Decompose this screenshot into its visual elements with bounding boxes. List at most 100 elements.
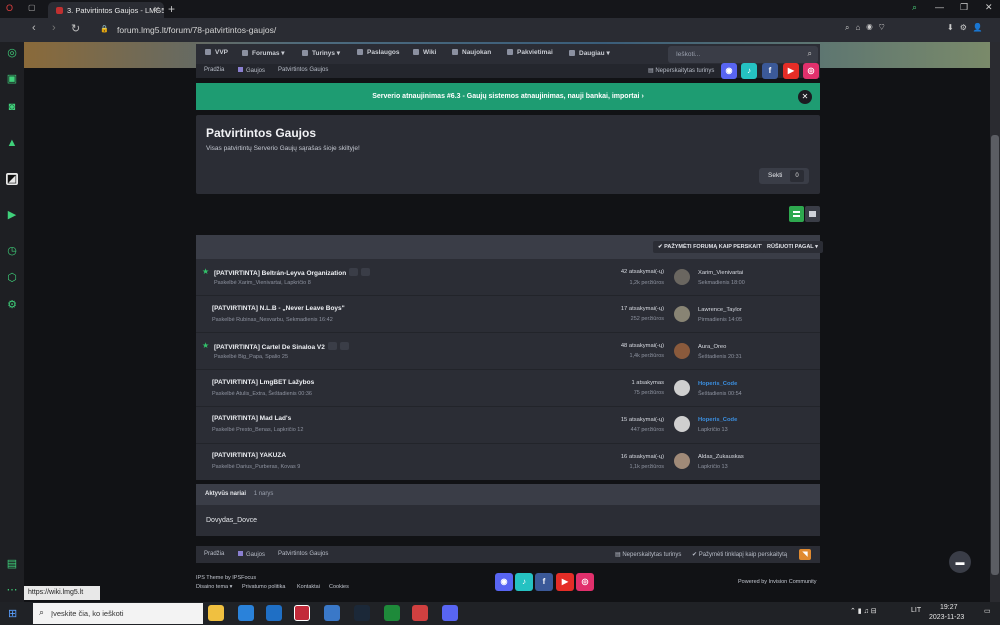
avatar[interactable] bbox=[674, 453, 690, 469]
table-row[interactable] bbox=[196, 370, 820, 407]
footer-instagram-icon[interactable]: ◎ bbox=[576, 573, 594, 591]
chat-icon[interactable]: ▬ bbox=[949, 551, 971, 573]
footer-discord-icon[interactable]: ◉ bbox=[495, 573, 513, 591]
breadcrumb-gaujos[interactable]: Gaujos bbox=[238, 551, 265, 558]
nav-item-turinys[interactable]: Turinys ▾ bbox=[302, 49, 340, 57]
topic-title[interactable]: [PATVIRTINTA] LmgBET Lažybos bbox=[212, 379, 314, 386]
page-1-button[interactable] bbox=[349, 268, 359, 276]
table-row[interactable] bbox=[196, 444, 820, 481]
avatar[interactable] bbox=[674, 306, 690, 322]
more-icon[interactable]: ⋯ bbox=[6, 584, 18, 596]
nav-item-daugiau[interactable]: Daugiau ▾ bbox=[569, 49, 610, 57]
opera-gx-taskbar-icon[interactable] bbox=[294, 605, 310, 621]
file-explorer-icon[interactable] bbox=[208, 605, 224, 621]
footer-facebook-icon[interactable]: f bbox=[535, 573, 553, 591]
table-row[interactable] bbox=[196, 407, 820, 444]
clock-date[interactable]: 2023-11-23 bbox=[929, 614, 964, 621]
topic-title[interactable]: [PATVIRTINTA] N.L.B - „Never Leave Boys" bbox=[212, 305, 345, 312]
topic-title[interactable]: [PATVIRTINTA] Mad Lad's bbox=[212, 415, 291, 422]
nav-item-naujokan[interactable]: Naujokan bbox=[452, 49, 491, 56]
instagram-icon[interactable]: ◎ bbox=[803, 63, 819, 79]
last-poster[interactable]: Hoperis_Code bbox=[698, 381, 737, 387]
vmware-icon[interactable] bbox=[324, 605, 340, 621]
discord-taskbar-icon[interactable] bbox=[442, 605, 458, 621]
camera-icon[interactable]: ◙ bbox=[6, 101, 18, 113]
recorder-icon[interactable] bbox=[412, 605, 428, 621]
windows-start-icon[interactable]: ⊞ bbox=[8, 607, 17, 620]
mail-icon[interactable] bbox=[266, 605, 282, 621]
page-2-button[interactable] bbox=[361, 268, 371, 276]
taskbar-search-input[interactable]: ⌕ Įveskite čia, ko ieškoti bbox=[33, 603, 203, 624]
page-1-button[interactable] bbox=[327, 342, 337, 350]
view-list-button[interactable] bbox=[805, 206, 820, 222]
box-icon[interactable]: ⬡ bbox=[6, 272, 18, 284]
breadcrumb-home[interactable]: Pradžia bbox=[204, 551, 224, 557]
avatar[interactable] bbox=[674, 416, 690, 432]
bag-icon[interactable]: ▣ bbox=[6, 73, 18, 85]
vpn-search-icon[interactable]: ⌕ bbox=[912, 2, 917, 13]
steam-icon[interactable] bbox=[354, 605, 370, 621]
rss-icon[interactable]: ◥ bbox=[799, 549, 811, 560]
nav-item-vvp[interactable]: VVP bbox=[205, 49, 228, 56]
address-bar-tools-icon[interactable]: ⌕⌂◉♡ bbox=[845, 23, 891, 33]
footer-powered-by[interactable]: Powered by Invision Community bbox=[738, 579, 817, 585]
footer-theme-credit[interactable]: IPS Theme by IPSFocus bbox=[196, 575, 256, 581]
scrollbar-thumb[interactable] bbox=[991, 135, 999, 575]
unread-content-link[interactable]: ▤ Neperskaitytas turinys bbox=[615, 551, 681, 558]
mark-site-read-link[interactable]: ✔ Pažymėti tinklapį kaip perskaitytą bbox=[692, 551, 787, 558]
page-2-button[interactable] bbox=[339, 342, 349, 350]
forward-icon[interactable]: › bbox=[52, 22, 56, 34]
last-poster[interactable]: Hoperis_Code bbox=[698, 417, 737, 423]
gallery-icon[interactable]: ▤ bbox=[6, 558, 18, 570]
nav-item-wiki[interactable]: Wiki bbox=[413, 49, 436, 56]
avatar[interactable] bbox=[674, 269, 690, 285]
youtube-icon[interactable]: ▶ bbox=[783, 63, 799, 79]
workspaces-icon[interactable]: ▢ bbox=[28, 3, 36, 12]
footer-link-cookies[interactable]: Cookies bbox=[329, 584, 349, 590]
view-grid-button[interactable] bbox=[789, 206, 804, 222]
settings-icon[interactable]: ⚙ bbox=[6, 299, 18, 311]
footer-link-contact[interactable]: Kontaktai bbox=[297, 584, 320, 590]
edge-icon[interactable] bbox=[238, 605, 254, 621]
gx-corner-icon[interactable]: ◩ bbox=[6, 173, 18, 185]
footer-link-theme[interactable]: Disaino tema ▾ bbox=[196, 584, 232, 590]
minimize-icon[interactable]: — bbox=[935, 2, 944, 12]
opera-logo-icon[interactable]: O bbox=[6, 3, 13, 13]
last-poster[interactable]: Lawrence_Taylor bbox=[698, 307, 742, 313]
facebook-icon[interactable]: f bbox=[762, 63, 778, 79]
nav-item-paslaugos[interactable]: Paslaugos bbox=[357, 49, 400, 56]
discord-icon[interactable]: ◉ bbox=[721, 63, 737, 79]
breadcrumb-gaujos[interactable]: Gaujos bbox=[238, 67, 265, 74]
avatar[interactable] bbox=[674, 380, 690, 396]
nav-item-pakvietimai[interactable]: Pakvietimai bbox=[507, 49, 553, 56]
close-window-icon[interactable]: ✕ bbox=[985, 2, 993, 13]
back-icon[interactable]: ‹ bbox=[32, 22, 36, 34]
table-row[interactable] bbox=[196, 333, 820, 370]
browser-tab[interactable]: 3. Patvirtintos Gaujos - LMG5... ✕ bbox=[48, 2, 164, 18]
site-search-input[interactable]: Ieškoti... ⌕ bbox=[668, 46, 818, 63]
tray-icons[interactable]: ⌃ ▮ ♫ ⊟ bbox=[850, 607, 877, 615]
nav-item-forumas[interactable]: Forumas ▾ bbox=[242, 49, 285, 57]
table-row[interactable] bbox=[196, 296, 820, 333]
topic-title[interactable]: [PATVIRTINTA] Beltrán-Leyva Organization bbox=[214, 268, 371, 277]
last-poster[interactable]: Aldas_Zukauskas bbox=[698, 454, 744, 460]
extensions-icon[interactable]: ⬇⚙👤 bbox=[947, 23, 989, 32]
games-icon[interactable]: ▲ bbox=[6, 137, 18, 149]
topic-title[interactable]: [PATVIRTINTA] Cartel De Sinaloa V2 bbox=[214, 342, 349, 351]
maximize-icon[interactable]: ❐ bbox=[960, 2, 968, 13]
footer-tiktok-icon[interactable]: ♪ bbox=[515, 573, 533, 591]
table-row[interactable] bbox=[196, 259, 820, 296]
mark-forum-read-button[interactable]: ✔ PAŽYMĖTI FORUMĄ KAIP PERSKAITYTĄ bbox=[653, 241, 778, 253]
sort-button[interactable]: RŪŠIUOTI PAGAL ▾ bbox=[762, 241, 823, 253]
reload-icon[interactable]: ↻ bbox=[71, 22, 80, 35]
active-user-link[interactable]: Dovydas_Dovce bbox=[206, 517, 257, 524]
tab-close-icon[interactable]: ✕ bbox=[153, 5, 160, 14]
last-poster[interactable]: Xarim_Vienivartai bbox=[698, 270, 743, 276]
announcement-bar[interactable]: Serverio atnaujinimas #6.3 - Gaujų siste… bbox=[196, 83, 820, 110]
notifications-icon[interactable]: ▭ bbox=[984, 607, 991, 615]
aria-icon[interactable]: ◎ bbox=[6, 47, 18, 59]
footer-link-privacy[interactable]: Privatumo politika bbox=[242, 584, 285, 590]
announcement-close-icon[interactable]: ✕ bbox=[798, 90, 812, 104]
breadcrumb-home[interactable]: Pradžia bbox=[204, 67, 224, 73]
topic-title[interactable]: [PATVIRTINTA] YAKUZA bbox=[212, 452, 286, 459]
